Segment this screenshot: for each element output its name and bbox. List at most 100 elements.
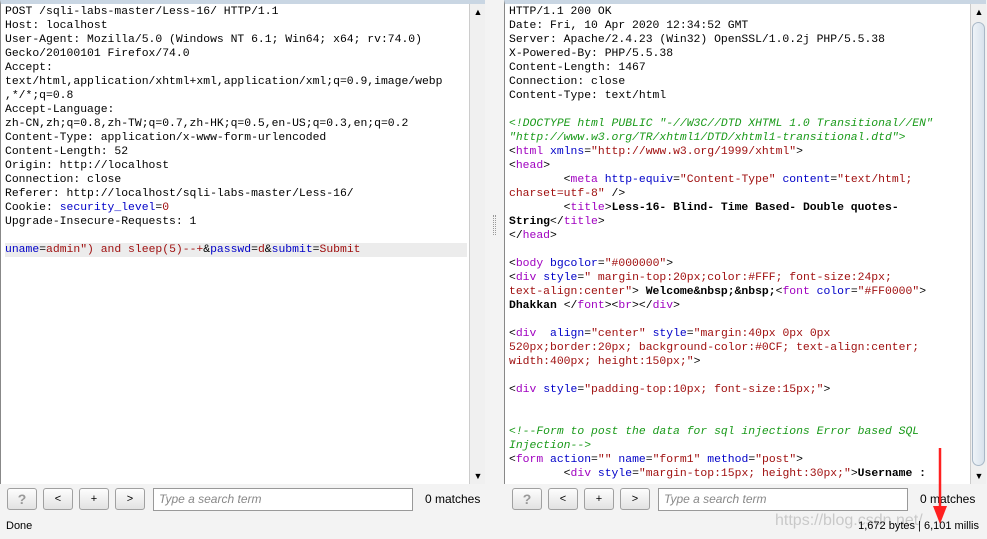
code-token: Referer: http://localhost/sqli-labs-mast…	[5, 188, 354, 200]
code-token: meta	[570, 174, 598, 186]
code-line: String</title>	[509, 215, 968, 229]
annotation-arrow-icon	[933, 448, 947, 524]
help-button[interactable]: ?	[7, 488, 37, 510]
scroll-up-icon[interactable]: ▲	[971, 4, 987, 20]
code-token: Username :	[857, 468, 927, 480]
code-token: "center"	[591, 328, 646, 340]
code-token: Welcome&nbsp;&nbsp;	[638, 286, 776, 298]
code-line: ,*/*;q=0.8	[5, 89, 467, 103]
code-line: zh-CN,zh;q=0.8,zh-TW;q=0.7,zh-HK;q=0.5,e…	[5, 117, 467, 131]
code-token: <	[509, 328, 516, 340]
match-count: 0 matches	[425, 492, 481, 506]
response-editor[interactable]: HTTP/1.1 200 OK Date: Fri, 10 Apr 2020 12…	[509, 4, 968, 484]
code-line: Content-Length: 52	[5, 145, 467, 159]
code-token: "margin:40px 0px 0px	[693, 328, 831, 340]
code-token: admin") and sleep(5)--+	[46, 244, 204, 256]
scroll-thumb[interactable]	[972, 22, 985, 466]
code-line: <!DOCTYPE html PUBLIC "-//W3C//DTD XHTML…	[509, 117, 968, 131]
code-token: =	[312, 244, 320, 256]
code-token: =	[39, 244, 47, 256]
code-token: String	[509, 216, 551, 228]
scroll-down-icon[interactable]: ▼	[971, 468, 987, 484]
search-input[interactable]: Type a search term	[153, 487, 413, 511]
code-token: div	[652, 300, 674, 312]
code-line: text/html,application/xhtml+xml,applicat…	[5, 75, 467, 89]
add-button[interactable]: +	[79, 488, 109, 510]
code-line: "http://www.w3.org/TR/xhtml1/DTD/xhtml1-…	[509, 131, 968, 145]
code-line: <body bgcolor="#000000">	[509, 257, 968, 271]
code-line: Gecko/20100101 Firefox/74.0	[5, 47, 467, 61]
code-token: br	[618, 300, 633, 312]
code-line: Dhakkan </font><br></div>	[509, 299, 968, 313]
code-token: div	[515, 272, 537, 284]
scroll-up-icon[interactable]: ▲	[470, 4, 486, 20]
request-editor[interactable]: POST /sqli-labs-master/Less-16/ HTTP/1.1…	[5, 4, 467, 484]
next-match-button[interactable]: >	[115, 488, 145, 510]
code-token: <	[509, 160, 516, 172]
code-token: Content-Type: application/x-www-form-url…	[5, 132, 327, 144]
code-token: >	[796, 146, 803, 158]
code-token: X-Powered-By: PHP/5.5.38	[509, 48, 674, 60]
code-line: </head>	[509, 229, 968, 243]
code-token: <	[509, 258, 516, 270]
previous-match-button[interactable]: <	[548, 488, 578, 510]
code-token: >	[604, 202, 612, 214]
code-token: &	[264, 244, 272, 256]
code-token: ></	[632, 300, 653, 312]
code-line: <head>	[509, 159, 968, 173]
request-pane: POST /sqli-labs-master/Less-16/ HTTP/1.1…	[0, 0, 485, 484]
code-line: Origin: http://localhost	[5, 159, 467, 173]
split-divider[interactable]	[491, 0, 499, 520]
code-token: bgcolor	[543, 258, 598, 270]
code-token: Content-Length: 52	[5, 146, 129, 158]
code-token: <!--Form to post the data for sql inject…	[509, 426, 920, 438]
code-token: Host: localhost	[5, 20, 108, 32]
code-token: >	[673, 300, 680, 312]
code-token: "Content-Type"	[679, 174, 776, 186]
code-token: =	[850, 286, 858, 298]
code-token: color	[809, 286, 851, 298]
code-token: 0	[162, 202, 170, 214]
code-token: "form1"	[652, 454, 701, 466]
code-token: passwd	[210, 244, 252, 256]
code-line: Referer: http://localhost/sqli-labs-mast…	[5, 187, 467, 201]
code-token: "text/html;	[837, 174, 913, 186]
code-line: Date: Fri, 10 Apr 2020 12:34:52 GMT	[509, 19, 968, 33]
code-token: d	[257, 244, 265, 256]
help-button[interactable]: ?	[512, 488, 542, 510]
code-line: Cookie: security_level=0	[5, 201, 467, 215]
code-token: >	[919, 286, 927, 298]
code-token: style	[591, 468, 633, 480]
previous-match-button[interactable]: <	[43, 488, 73, 510]
search-input[interactable]: Type a search term	[658, 487, 908, 511]
request-scrollbar[interactable]: ▲ ▼	[469, 4, 485, 484]
code-token: <	[509, 174, 571, 186]
add-button[interactable]: +	[584, 488, 614, 510]
code-token: Accept-Language:	[5, 104, 115, 116]
request-search-bar: ? < + > Type a search term 0 matches	[7, 485, 480, 513]
code-token: style	[536, 272, 578, 284]
response-scrollbar[interactable]: ▲ ▼	[970, 4, 986, 484]
code-token: <	[509, 202, 571, 214]
code-token: http-equiv	[597, 174, 674, 186]
code-line: <div style="margin-top:15px; height:30px…	[509, 467, 968, 481]
code-token: title	[570, 202, 605, 214]
code-token: <	[509, 468, 571, 480]
code-token: content	[775, 174, 831, 186]
code-token: text-align:center"	[509, 286, 633, 298]
code-token: =	[673, 174, 680, 186]
code-token: Injection-->	[509, 440, 592, 452]
code-line: Server: Apache/2.4.23 (Win32) OpenSSL/1.…	[509, 33, 968, 47]
next-match-button[interactable]: >	[620, 488, 650, 510]
code-line: text-align:center"> Welcome&nbsp;&nbsp;<…	[509, 285, 968, 299]
code-token: <!DOCTYPE html PUBLIC "-//W3C//DTD XHTML…	[509, 118, 933, 130]
scroll-down-icon[interactable]: ▼	[470, 468, 486, 484]
code-token: align	[536, 328, 585, 340]
code-token: "#FF0000"	[857, 286, 920, 298]
